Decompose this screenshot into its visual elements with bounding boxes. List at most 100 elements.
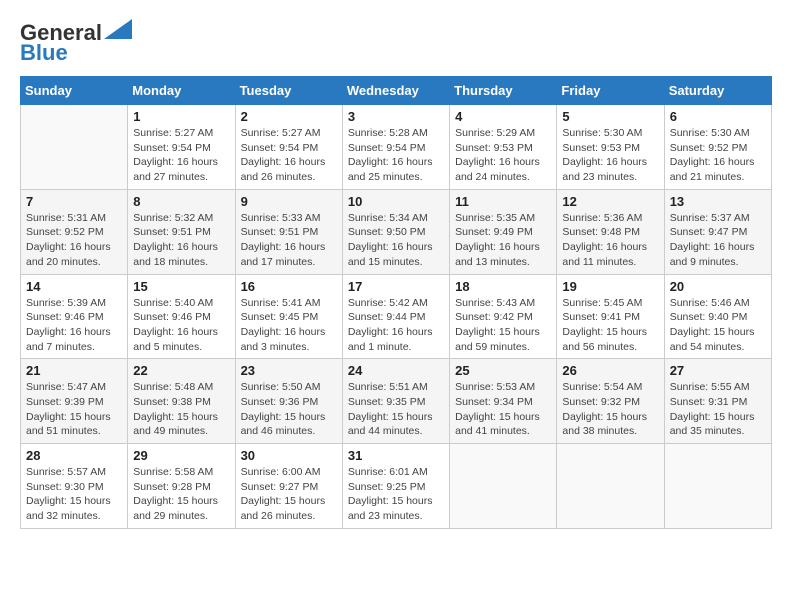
day-info: Sunrise: 5:50 AM Sunset: 9:36 PM Dayligh…	[241, 380, 337, 439]
col-header-monday: Monday	[128, 77, 235, 105]
day-number: 27	[670, 363, 766, 378]
day-cell: 8 Sunrise: 5:32 AM Sunset: 9:51 PM Daylig…	[128, 189, 235, 274]
week-row-2: 7Sunrise: 5:31 AM Sunset: 9:52 PM Daylig…	[21, 189, 772, 274]
day-info: Sunrise: 5:32 AM Sunset: 9:51 PM Dayligh…	[133, 211, 229, 270]
col-header-saturday: Saturday	[664, 77, 771, 105]
logo: General Blue	[20, 20, 132, 66]
logo-blue: Blue	[20, 40, 68, 66]
day-info: Sunrise: 5:53 AM Sunset: 9:34 PM Dayligh…	[455, 380, 551, 439]
day-cell: 20 Sunrise: 5:46 AM Sunset: 9:40 PM Dayli…	[664, 274, 771, 359]
day-number: 4	[455, 109, 551, 124]
day-cell: 25 Sunrise: 5:53 AM Sunset: 9:34 PM Dayli…	[450, 359, 557, 444]
day-cell: 28 Sunrise: 5:57 AM Sunset: 9:30 PM Dayli…	[21, 444, 128, 529]
day-cell: 2 Sunrise: 5:27 AM Sunset: 9:54 PM Daylig…	[235, 105, 342, 190]
day-cell: 9 Sunrise: 5:33 AM Sunset: 9:51 PM Daylig…	[235, 189, 342, 274]
day-number: 31	[348, 448, 444, 463]
day-info: Sunrise: 5:29 AM Sunset: 9:53 PM Dayligh…	[455, 126, 551, 185]
day-number: 13	[670, 194, 766, 209]
day-cell: 3Sunrise: 5:28 AM Sunset: 9:54 PM Daylig…	[342, 105, 449, 190]
day-cell: 30 Sunrise: 6:00 AM Sunset: 9:27 PM Dayli…	[235, 444, 342, 529]
day-info: Sunrise: 5:54 AM Sunset: 9:32 PM Dayligh…	[562, 380, 658, 439]
day-number: 9	[241, 194, 337, 209]
day-cell: 12 Sunrise: 5:36 AM Sunset: 9:48 PM Dayli…	[557, 189, 664, 274]
day-cell: 31 Sunrise: 6:01 AM Sunset: 9:25 PM Dayli…	[342, 444, 449, 529]
day-number: 18	[455, 279, 551, 294]
day-info: Sunrise: 5:45 AM Sunset: 9:41 PM Dayligh…	[562, 296, 658, 355]
day-number: 2	[241, 109, 337, 124]
day-cell: 16 Sunrise: 5:41 AM Sunset: 9:45 PM Dayli…	[235, 274, 342, 359]
day-number: 17	[348, 279, 444, 294]
col-header-wednesday: Wednesday	[342, 77, 449, 105]
week-row-1: 1 Sunrise: 5:27 AM Sunset: 9:54 PM Daylig…	[21, 105, 772, 190]
day-cell: 26 Sunrise: 5:54 AM Sunset: 9:32 PM Dayli…	[557, 359, 664, 444]
day-number: 11	[455, 194, 551, 209]
day-info: Sunrise: 5:35 AM Sunset: 9:49 PM Dayligh…	[455, 211, 551, 270]
day-info: Sunrise: 5:30 AM Sunset: 9:52 PM Dayligh…	[670, 126, 766, 185]
day-number: 16	[241, 279, 337, 294]
day-info: Sunrise: 5:28 AM Sunset: 9:54 PM Dayligh…	[348, 126, 444, 185]
day-info: Sunrise: 5:40 AM Sunset: 9:46 PM Dayligh…	[133, 296, 229, 355]
day-number: 23	[241, 363, 337, 378]
day-info: Sunrise: 5:46 AM Sunset: 9:40 PM Dayligh…	[670, 296, 766, 355]
day-number: 15	[133, 279, 229, 294]
day-cell: 23 Sunrise: 5:50 AM Sunset: 9:36 PM Dayli…	[235, 359, 342, 444]
day-cell: 5 Sunrise: 5:30 AM Sunset: 9:53 PM Daylig…	[557, 105, 664, 190]
day-cell: 10Sunrise: 5:34 AM Sunset: 9:50 PM Dayli…	[342, 189, 449, 274]
col-header-friday: Friday	[557, 77, 664, 105]
day-number: 24	[348, 363, 444, 378]
day-info: Sunrise: 6:01 AM Sunset: 9:25 PM Dayligh…	[348, 465, 444, 524]
day-info: Sunrise: 5:31 AM Sunset: 9:52 PM Dayligh…	[26, 211, 122, 270]
day-number: 22	[133, 363, 229, 378]
day-number: 19	[562, 279, 658, 294]
day-number: 21	[26, 363, 122, 378]
day-info: Sunrise: 5:41 AM Sunset: 9:45 PM Dayligh…	[241, 296, 337, 355]
day-info: Sunrise: 5:48 AM Sunset: 9:38 PM Dayligh…	[133, 380, 229, 439]
day-cell: 21 Sunrise: 5:47 AM Sunset: 9:39 PM Dayli…	[21, 359, 128, 444]
day-info: Sunrise: 5:47 AM Sunset: 9:39 PM Dayligh…	[26, 380, 122, 439]
day-cell: 1 Sunrise: 5:27 AM Sunset: 9:54 PM Daylig…	[128, 105, 235, 190]
day-cell: 14 Sunrise: 5:39 AM Sunset: 9:46 PM Dayli…	[21, 274, 128, 359]
day-cell: 22 Sunrise: 5:48 AM Sunset: 9:38 PM Dayli…	[128, 359, 235, 444]
day-info: Sunrise: 5:30 AM Sunset: 9:53 PM Dayligh…	[562, 126, 658, 185]
day-cell	[664, 444, 771, 529]
day-info: Sunrise: 5:34 AM Sunset: 9:50 PM Dayligh…	[348, 211, 444, 270]
day-info: Sunrise: 5:43 AM Sunset: 9:42 PM Dayligh…	[455, 296, 551, 355]
week-row-3: 14 Sunrise: 5:39 AM Sunset: 9:46 PM Dayli…	[21, 274, 772, 359]
day-number: 20	[670, 279, 766, 294]
day-number: 8	[133, 194, 229, 209]
calendar-table: SundayMondayTuesdayWednesdayThursdayFrid…	[20, 76, 772, 529]
week-row-4: 21 Sunrise: 5:47 AM Sunset: 9:39 PM Dayli…	[21, 359, 772, 444]
day-cell: 7Sunrise: 5:31 AM Sunset: 9:52 PM Daylig…	[21, 189, 128, 274]
day-info: Sunrise: 5:36 AM Sunset: 9:48 PM Dayligh…	[562, 211, 658, 270]
day-cell: 29 Sunrise: 5:58 AM Sunset: 9:28 PM Dayli…	[128, 444, 235, 529]
day-number: 12	[562, 194, 658, 209]
logo-icon	[104, 19, 132, 39]
day-info: Sunrise: 6:00 AM Sunset: 9:27 PM Dayligh…	[241, 465, 337, 524]
day-cell	[557, 444, 664, 529]
day-number: 1	[133, 109, 229, 124]
day-number: 14	[26, 279, 122, 294]
page-header: General Blue	[20, 20, 772, 66]
col-header-sunday: Sunday	[21, 77, 128, 105]
day-number: 5	[562, 109, 658, 124]
day-info: Sunrise: 5:39 AM Sunset: 9:46 PM Dayligh…	[26, 296, 122, 355]
day-info: Sunrise: 5:57 AM Sunset: 9:30 PM Dayligh…	[26, 465, 122, 524]
day-cell: 24 Sunrise: 5:51 AM Sunset: 9:35 PM Dayli…	[342, 359, 449, 444]
day-info: Sunrise: 5:58 AM Sunset: 9:28 PM Dayligh…	[133, 465, 229, 524]
day-number: 30	[241, 448, 337, 463]
day-number: 28	[26, 448, 122, 463]
day-info: Sunrise: 5:27 AM Sunset: 9:54 PM Dayligh…	[241, 126, 337, 185]
day-info: Sunrise: 5:42 AM Sunset: 9:44 PM Dayligh…	[348, 296, 444, 355]
day-info: Sunrise: 5:33 AM Sunset: 9:51 PM Dayligh…	[241, 211, 337, 270]
day-number: 26	[562, 363, 658, 378]
day-info: Sunrise: 5:51 AM Sunset: 9:35 PM Dayligh…	[348, 380, 444, 439]
day-info: Sunrise: 5:27 AM Sunset: 9:54 PM Dayligh…	[133, 126, 229, 185]
day-number: 29	[133, 448, 229, 463]
day-number: 25	[455, 363, 551, 378]
day-cell: 4 Sunrise: 5:29 AM Sunset: 9:53 PM Daylig…	[450, 105, 557, 190]
day-info: Sunrise: 5:37 AM Sunset: 9:47 PM Dayligh…	[670, 211, 766, 270]
day-info: Sunrise: 5:55 AM Sunset: 9:31 PM Dayligh…	[670, 380, 766, 439]
header-row: SundayMondayTuesdayWednesdayThursdayFrid…	[21, 77, 772, 105]
week-row-5: 28 Sunrise: 5:57 AM Sunset: 9:30 PM Dayli…	[21, 444, 772, 529]
day-cell: 19 Sunrise: 5:45 AM Sunset: 9:41 PM Dayli…	[557, 274, 664, 359]
